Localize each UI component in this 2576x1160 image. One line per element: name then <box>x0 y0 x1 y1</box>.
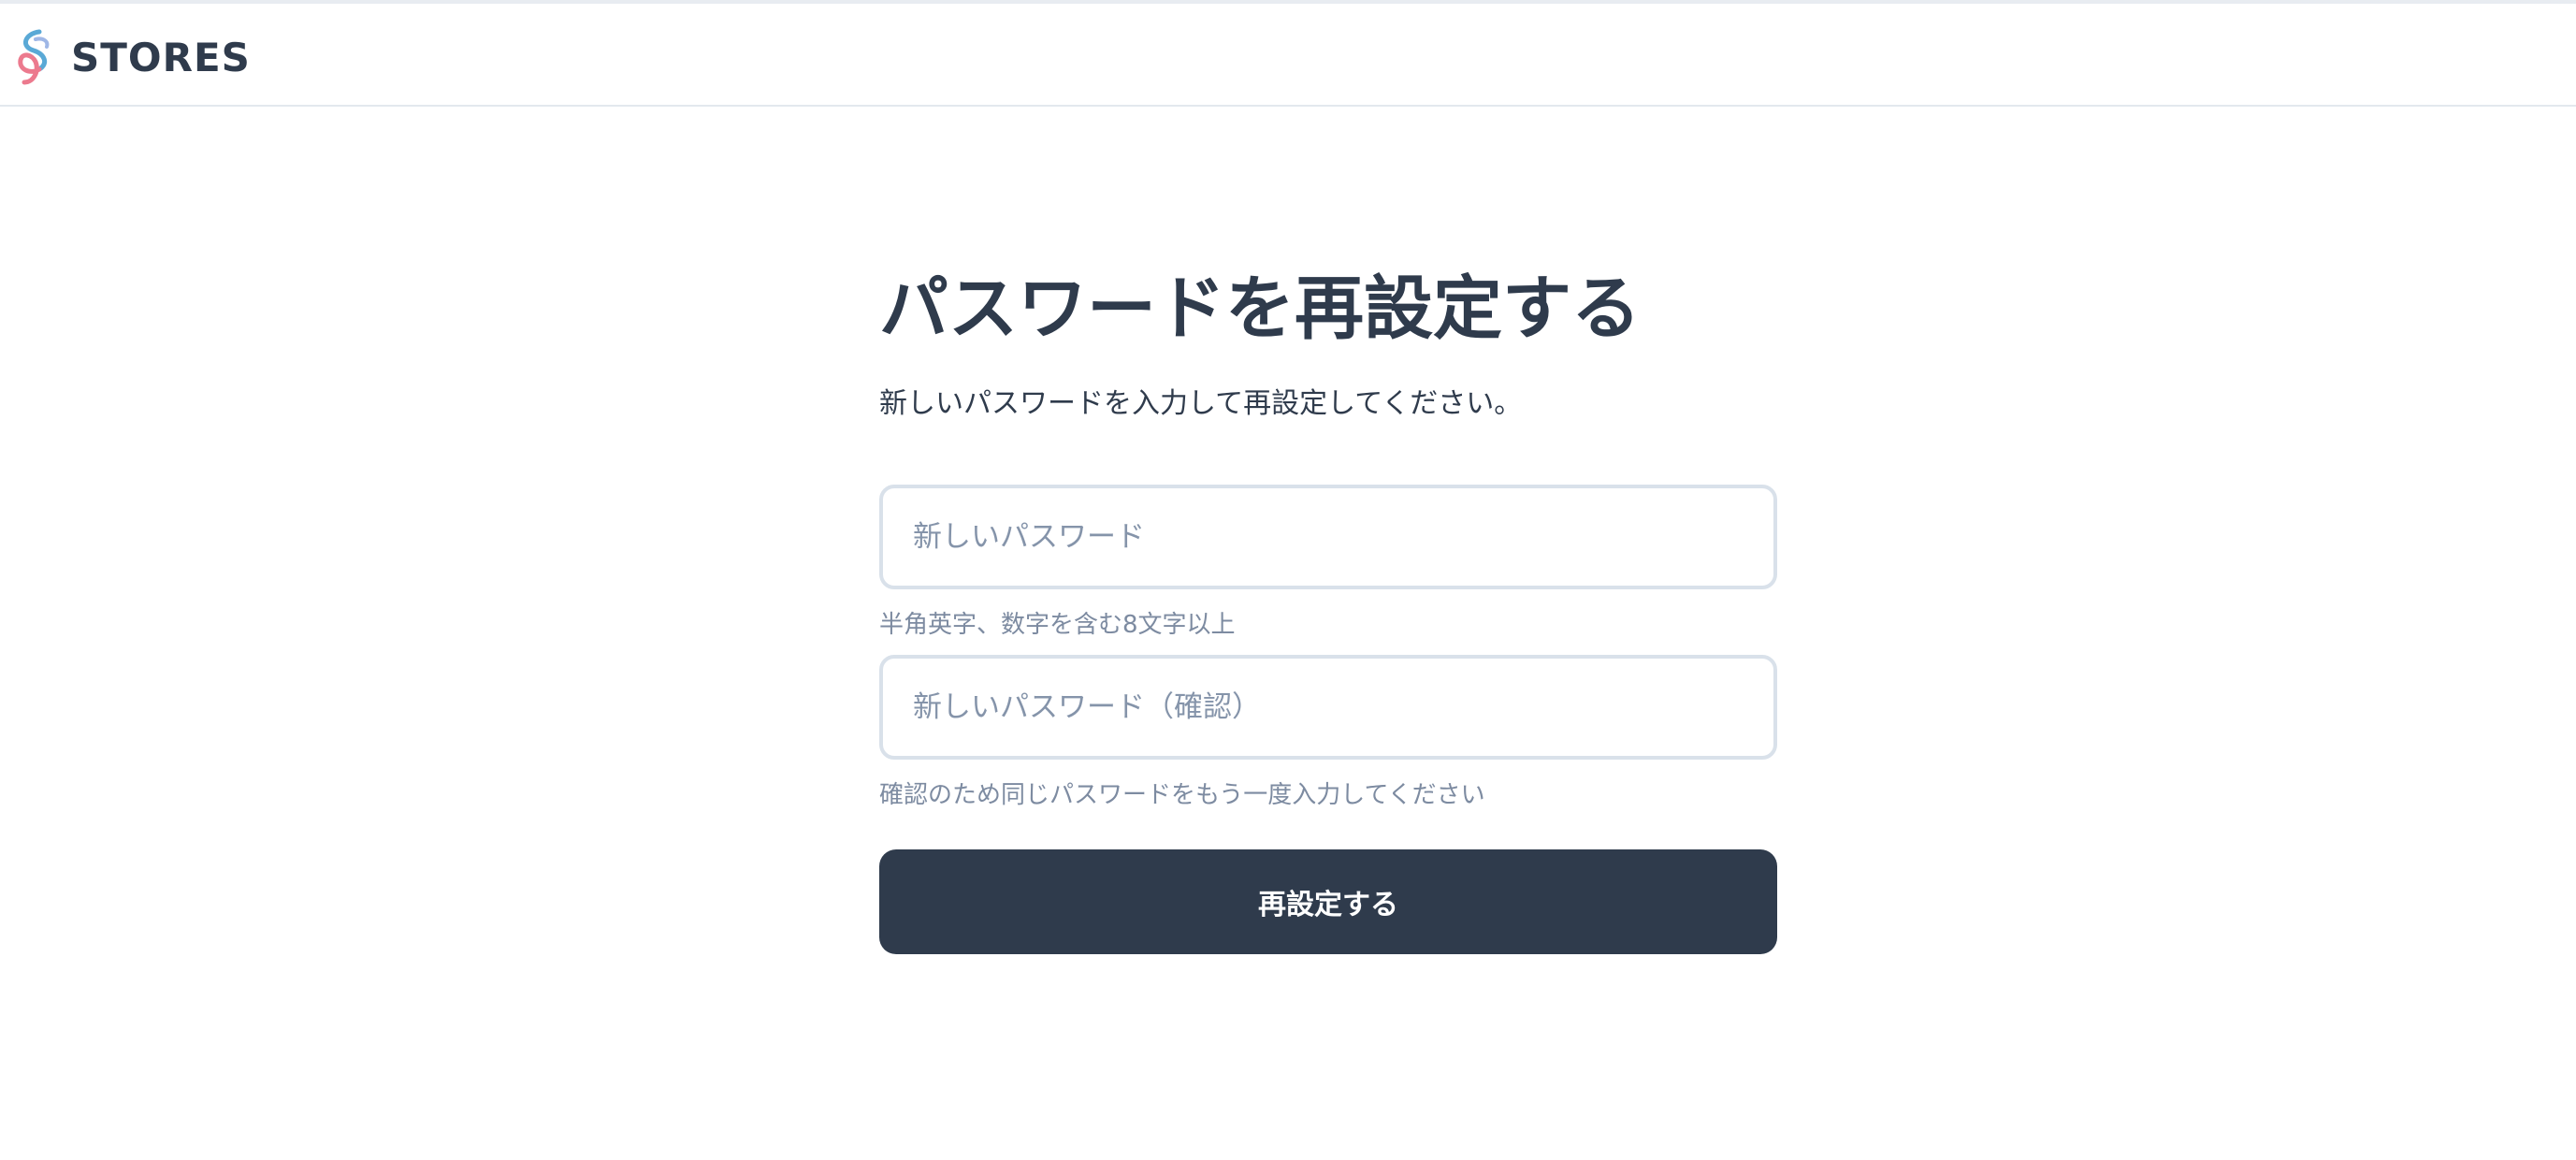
brand-name: STORES <box>71 34 251 80</box>
confirm-password-hint: 確認のため同じパスワードをもう一度入力してください <box>879 781 1485 809</box>
reset-password-button[interactable]: 再設定する <box>879 849 1777 954</box>
confirm-password-input[interactable] <box>879 655 1777 760</box>
site-header: STORES <box>0 4 2576 107</box>
new-password-hint: 半角英字、数字を含む8文字以上 <box>879 611 1236 639</box>
brand-logo[interactable]: STORES <box>11 24 251 90</box>
page-description: 新しいパスワードを入力して再設定してください。 <box>879 387 1523 420</box>
page-title: パスワードを再設定する <box>879 268 1641 349</box>
stores-logo-icon <box>18 29 50 85</box>
password-reset-form: パスワードを再設定する 新しいパスワードを入力して再設定してください。 半角英字… <box>879 262 1777 954</box>
new-password-field <box>879 485 1777 589</box>
new-password-input[interactable] <box>879 485 1777 589</box>
confirm-password-field <box>879 655 1777 760</box>
